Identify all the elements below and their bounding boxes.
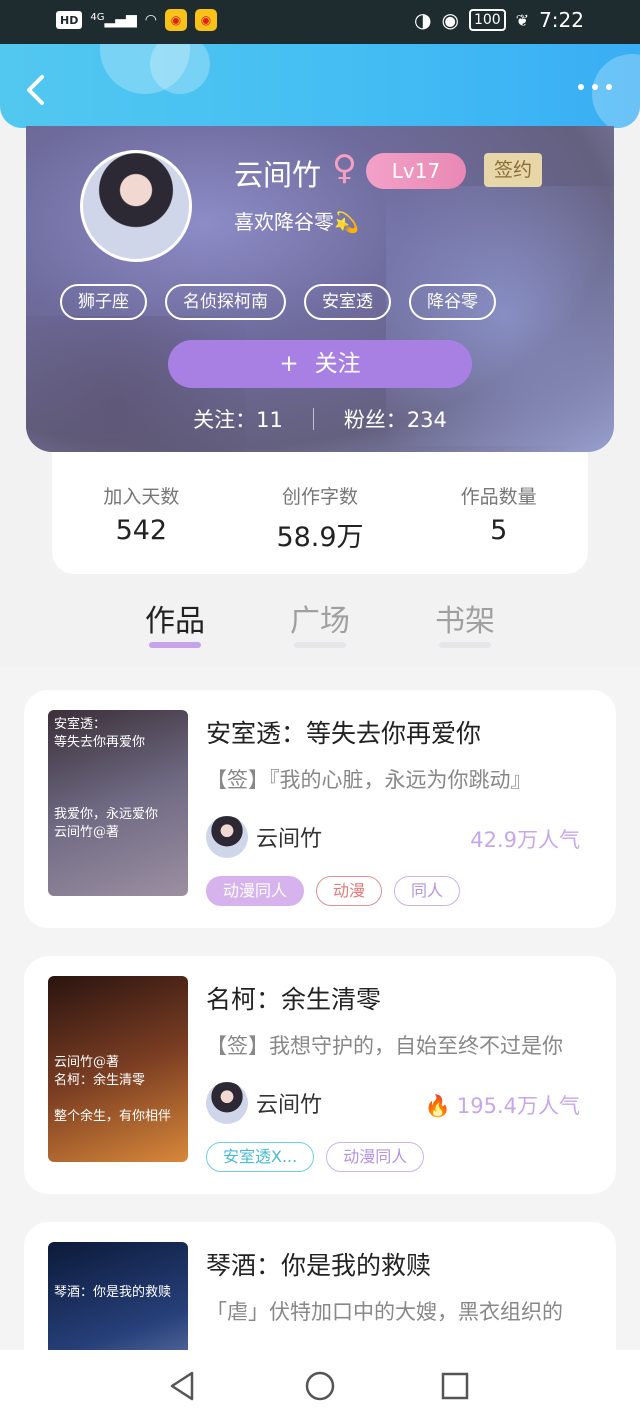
level-badge: Lv17 bbox=[366, 153, 466, 189]
work-tag[interactable]: 动漫同人 bbox=[206, 876, 305, 906]
divider bbox=[312, 408, 314, 430]
stat-value: 542 bbox=[115, 515, 168, 546]
author-avatar bbox=[206, 816, 248, 858]
battery-icon: 100 bbox=[468, 9, 506, 31]
eye-icon: ◉ bbox=[441, 8, 459, 32]
work-tags: 动漫同人 动漫 同人 bbox=[206, 876, 461, 906]
work-popularity: 42.9万人气 bbox=[470, 828, 580, 852]
work-cover[interactable]: 安室透： 等失去你再爱你 我爱你，永远爱你 云间竹@著 bbox=[48, 710, 188, 896]
author-avatar bbox=[206, 1082, 248, 1124]
clock: 7:22 bbox=[539, 8, 584, 32]
fire-icon: 🔥 bbox=[424, 1094, 451, 1118]
nav-home-icon[interactable] bbox=[302, 1368, 338, 1404]
avatar[interactable] bbox=[80, 150, 192, 262]
profile-tag[interactable]: 名侦探柯南 bbox=[165, 284, 286, 320]
stat-label: 加入天数 bbox=[103, 486, 180, 508]
stat-works-count: 作品数量 5 bbox=[409, 452, 588, 574]
female-icon: ♀ bbox=[332, 148, 357, 188]
profile-header: 云间竹 ♀ Lv17 签约 喜欢降谷零💫 狮子座 名侦探柯南 安室透 降谷零 +… bbox=[26, 126, 614, 452]
work-card[interactable]: 安室透： 等失去你再爱你 我爱你，永远爱你 云间竹@著 安室透：等失去你再爱你 … bbox=[24, 690, 616, 928]
profile-tags: 狮子座 名侦探柯南 安室透 降谷零 bbox=[60, 284, 496, 320]
system-nav-bar bbox=[0, 1350, 640, 1422]
stat-value: 58.9万 bbox=[276, 522, 364, 553]
profile-tag[interactable]: 安室透 bbox=[304, 284, 391, 320]
work-description: 【签】我想守护的，自始至终不过是你 bbox=[206, 1034, 563, 1058]
network-icon: 4G▂▄▆ bbox=[90, 12, 137, 28]
nav-recents-icon[interactable] bbox=[437, 1368, 473, 1404]
tab-indicator bbox=[439, 642, 491, 648]
following-count[interactable]: 关注：11 bbox=[193, 404, 283, 434]
work-description: 「虐」伏特加口中的大嫂，黑衣组织的 bbox=[206, 1300, 563, 1324]
work-card[interactable]: 云间竹@著 名柯：余生清零 整个余生，有你相伴 名柯：余生清零 【签】我想守护的… bbox=[24, 956, 616, 1194]
stat-value: 5 bbox=[490, 515, 508, 546]
back-icon[interactable] bbox=[22, 74, 50, 106]
works-list: 安室透： 等失去你再爱你 我爱你，永远爱你 云间竹@著 安室透：等失去你再爱你 … bbox=[0, 666, 640, 1422]
tab-indicator bbox=[294, 642, 346, 648]
wifi-icon: ◠ bbox=[144, 12, 157, 28]
work-title[interactable]: 安室透：等失去你再爱你 bbox=[206, 714, 481, 750]
follow-button[interactable]: + 关注 bbox=[168, 340, 472, 388]
stat-word-count: 创作字数 58.9万 bbox=[231, 452, 410, 574]
work-title[interactable]: 琴酒：你是我的救赎 bbox=[206, 1246, 431, 1282]
work-tag[interactable]: 同人 bbox=[394, 876, 461, 906]
shooting-star-icon: 💫 bbox=[334, 210, 359, 234]
tab-bookshelf[interactable]: 书架 bbox=[420, 596, 510, 640]
status-right: ◑ ◉ 100 ❦ 7:22 bbox=[414, 8, 584, 32]
stat-join-days: 加入天数 542 bbox=[52, 452, 231, 574]
author-name: 云间竹 bbox=[256, 1093, 323, 1118]
more-icon[interactable] bbox=[578, 84, 614, 98]
status-left: HD 4G▂▄▆ ◠ ◉ ◉ bbox=[56, 9, 217, 31]
nav-back-icon[interactable] bbox=[164, 1368, 200, 1404]
follow-label: 关注 bbox=[314, 351, 361, 377]
data-saver-icon: ◑ bbox=[414, 8, 432, 32]
signed-badge: 签约 bbox=[484, 153, 542, 187]
work-tag[interactable]: 动漫同人 bbox=[326, 1142, 425, 1172]
profile-tabs: 作品 广场 书架 bbox=[0, 586, 640, 666]
work-cover[interactable]: 云间竹@著 名柯：余生清零 整个余生，有你相伴 bbox=[48, 976, 188, 1162]
weibo-icon: ◉ bbox=[165, 9, 187, 31]
tab-square[interactable]: 广场 bbox=[275, 596, 365, 640]
hd-icon: HD bbox=[56, 11, 83, 29]
stat-label: 创作字数 bbox=[282, 486, 359, 508]
work-tags: 安室透X... 动漫同人 bbox=[206, 1142, 425, 1172]
author-name: 云间竹 bbox=[256, 827, 323, 852]
leaf-icon: ❦ bbox=[515, 10, 530, 30]
fans-count[interactable]: 粉丝：234 bbox=[344, 404, 447, 434]
work-author[interactable]: 云间竹 bbox=[206, 816, 322, 858]
tab-works[interactable]: 作品 bbox=[130, 596, 220, 640]
plus-icon: + bbox=[279, 351, 299, 377]
profile-tag[interactable]: 降谷零 bbox=[409, 284, 496, 320]
status-bar: HD 4G▂▄▆ ◠ ◉ ◉ ◑ ◉ 100 ❦ 7:22 bbox=[0, 0, 640, 44]
weibo-icon-2: ◉ bbox=[195, 9, 217, 31]
username: 云间竹 bbox=[234, 158, 322, 192]
work-title[interactable]: 名柯：余生清零 bbox=[206, 980, 381, 1016]
tab-indicator bbox=[149, 642, 201, 648]
work-popularity: 🔥 195.4万人气 bbox=[424, 1094, 580, 1118]
app-header bbox=[0, 44, 640, 128]
work-tag[interactable]: 动漫 bbox=[316, 876, 383, 906]
profile-motto: 喜欢降谷零💫 bbox=[234, 206, 359, 235]
follow-counts: 关注：11 粉丝：234 bbox=[26, 404, 614, 434]
work-description: 【签】『我的心脏，永远为你跳动』 bbox=[206, 768, 532, 792]
work-author[interactable]: 云间竹 bbox=[206, 1082, 322, 1124]
profile-tag[interactable]: 狮子座 bbox=[60, 284, 147, 320]
motto-text: 喜欢降谷零 bbox=[234, 210, 334, 234]
stats-card: 加入天数 542 创作字数 58.9万 作品数量 5 bbox=[52, 452, 588, 574]
stat-label: 作品数量 bbox=[460, 486, 537, 508]
work-tag[interactable]: 安室透X... bbox=[206, 1142, 315, 1172]
